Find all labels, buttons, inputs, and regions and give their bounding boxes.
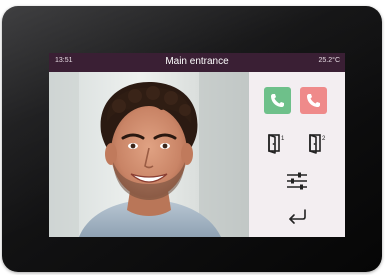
accept-call-icon [271, 94, 284, 107]
back-button[interactable] [284, 206, 310, 226]
reject-call-icon [307, 94, 320, 107]
touch-screen: 13:51 Main entrance 25.2°C 1 2 [49, 53, 345, 237]
settings-sliders-icon [287, 172, 307, 190]
accept-call-button[interactable] [264, 87, 291, 114]
video-feed [49, 72, 249, 237]
intercom-monitor: 13:51 Main entrance 25.2°C 1 2 [2, 6, 382, 272]
door-2-icon: 2 [309, 134, 326, 154]
temperature-readout: 25.2°C [318, 57, 340, 64]
open-door-1-button[interactable]: 1 [264, 131, 288, 155]
visitor-camera-image [49, 72, 249, 237]
door-1-number: 1 [281, 136, 285, 142]
status-bar: 13:51 Main entrance 25.2°C [49, 53, 345, 72]
control-panel: 1 2 [249, 72, 345, 237]
entrance-title: Main entrance [165, 56, 229, 67]
reject-call-button[interactable] [300, 87, 327, 114]
open-door-2-button[interactable]: 2 [305, 131, 329, 155]
settings-button[interactable] [284, 170, 310, 192]
door-2-number: 2 [322, 136, 326, 142]
back-return-icon [289, 209, 306, 224]
door-1-icon: 1 [268, 134, 285, 154]
